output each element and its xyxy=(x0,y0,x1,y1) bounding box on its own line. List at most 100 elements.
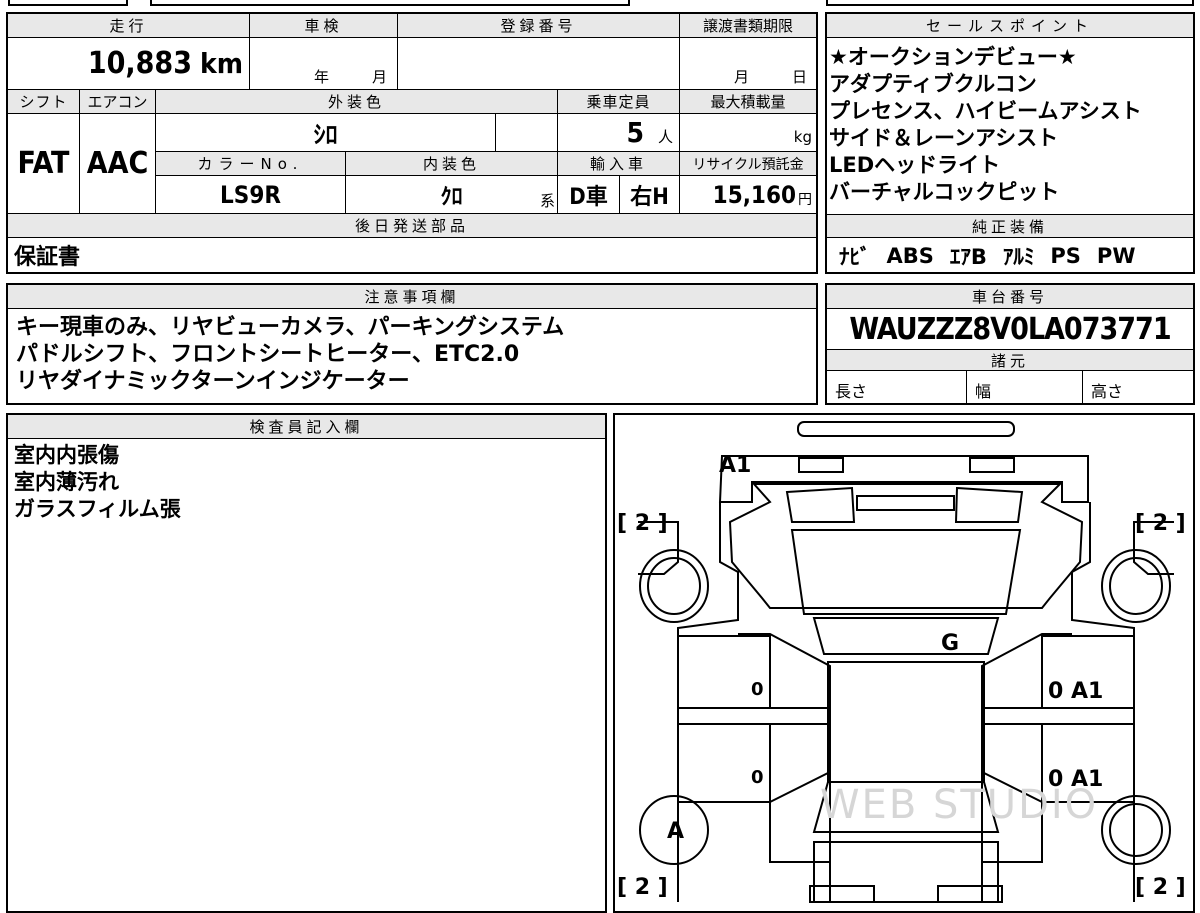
chassis-cell: WAUZZZ8V0LA073771 xyxy=(827,309,1193,349)
top-strip xyxy=(0,0,1200,10)
mark-front-right-tire: [ 2 ] xyxy=(1135,511,1186,536)
notes-list: キー現車のみ、リヤビューカメラ、パーキングシステム パドルシフト、フロントシート… xyxy=(16,314,806,395)
aircon-header: エアコン xyxy=(80,90,156,114)
capacity-unit: 人 xyxy=(657,128,673,146)
interior-color-value: ｸﾛ xyxy=(440,184,463,210)
chassis-header: 車台番号 xyxy=(827,285,1193,309)
registration-header: 登録番号 xyxy=(398,14,680,38)
inspection-year-unit: 年 xyxy=(314,68,330,86)
tire-rear-right-inner xyxy=(1109,803,1163,857)
tire-front-right xyxy=(1101,549,1171,623)
watermark: WEB STUDIO xyxy=(820,782,1099,828)
interior-color-suffix: 系 xyxy=(539,192,555,210)
sales-points-box: セールスポイント ★オークションデビュー★ アダプティブクルコン プレセンス、ハ… xyxy=(825,12,1195,274)
interior-color-cell: ｸﾛ 系 xyxy=(346,176,558,214)
tire-rear-right xyxy=(1101,795,1171,865)
tire-front-right-inner xyxy=(1109,557,1163,615)
exterior-color-value-cell: ｼﾛ xyxy=(156,114,496,152)
mileage-cell: 10,883 km xyxy=(8,38,250,90)
grille xyxy=(856,495,955,511)
capacity-header: 乗車定員 xyxy=(558,90,680,114)
equipment-item: ｴｱB xyxy=(949,244,987,269)
car-diagram xyxy=(638,421,1174,903)
notes-header: 注意事項欄 xyxy=(8,285,816,309)
inspection-cell: 年 月 xyxy=(250,38,398,90)
later-parts-cell: 保証書 xyxy=(8,238,816,272)
sales-point-line: LEDヘッドライト xyxy=(829,153,1001,177)
sales-point-line: アダプティブクルコン xyxy=(829,72,1037,96)
import-type-cell: D車 xyxy=(558,176,620,214)
max-load-cell: kg xyxy=(680,114,816,152)
shift-cell: FAT xyxy=(8,114,80,214)
equipment-row: ﾅﾋﾞ ABS ｴｱB ｱﾙﾐ PS PW xyxy=(827,239,1193,272)
notes-box: 注意事項欄 キー現車のみ、リヤビューカメラ、パーキングシステム パドルシフト、フ… xyxy=(6,283,818,405)
specs-header: 諸元 xyxy=(827,349,1193,371)
sales-points-list: ★オークションデビュー★ アダプティブクルコン プレセンス、ハイビームアシスト … xyxy=(829,44,1191,206)
recycle-cell: 15,160 円 xyxy=(680,176,816,214)
mileage-header: 走行 xyxy=(8,14,250,38)
recycle-value: 15,160 xyxy=(712,180,796,209)
registration-value xyxy=(398,38,680,90)
inspector-line: 室内内張傷 xyxy=(14,443,119,467)
exterior-color-value: ｼﾛ xyxy=(313,121,338,149)
chassis-number: WAUZZZ8V0LA073771 xyxy=(849,311,1171,347)
hood xyxy=(728,483,1084,609)
transfer-deadline-cell: 月 日 xyxy=(680,38,816,90)
note-line: リヤダイナミックターンインジケーター xyxy=(16,369,410,394)
sales-point-line: バーチャルコックピット xyxy=(829,180,1060,204)
import-handle: 右H xyxy=(630,184,669,210)
aircon-cell: AAC xyxy=(80,114,156,214)
max-load-header: 最大積載量 xyxy=(680,90,816,114)
aircon-value: AAC xyxy=(86,146,149,181)
equipment-item: ｱﾙﾐ xyxy=(1002,244,1035,269)
color-no-cell: LS9R xyxy=(156,176,346,214)
mark-right-front-door: 0 A1 xyxy=(1048,679,1104,704)
spec-length: 長さ xyxy=(827,371,967,403)
front-bumper-top-bar xyxy=(797,421,1015,437)
max-load-unit: kg xyxy=(793,127,812,146)
transfer-deadline-header: 譲渡書類期限 xyxy=(680,14,816,38)
later-parts-value: 保証書 xyxy=(14,245,81,270)
spec-width: 幅 xyxy=(967,371,1083,403)
trunk xyxy=(813,841,999,903)
import-handle-cell: 右H xyxy=(620,176,680,214)
note-line: キー現車のみ、リヤビューカメラ、パーキングシステム xyxy=(16,315,565,340)
import-header: 輸入車 xyxy=(558,152,680,176)
vehicle-info-table: 走行 車検 登録番号 譲渡書類期限 10,883 km 年 月 月 日 シフト … xyxy=(6,12,818,274)
later-parts-header: 後日発送部品 xyxy=(8,214,816,238)
mark-rear-left-tire: [ 2 ] xyxy=(617,875,668,900)
interior-color-header: 内装色 xyxy=(346,152,558,176)
inspector-line: 室内薄汚れ xyxy=(14,470,119,494)
inspector-line: ガラスフィルム張 xyxy=(14,497,181,521)
windshield xyxy=(790,529,1022,615)
sales-point-line: サイド＆レーンアシスト xyxy=(829,126,1059,150)
inspector-box: 検査員記入欄 室内内張傷 室内薄汚れ ガラスフィルム張 xyxy=(6,413,607,913)
recycle-header: リサイクル預託金 xyxy=(680,152,816,176)
capacity-value: 5 xyxy=(626,116,644,149)
transfer-day-unit: 日 xyxy=(792,68,808,86)
headlight-left xyxy=(785,486,856,523)
roof xyxy=(827,661,985,783)
chassis-box: 車台番号 WAUZZZ8V0LA073771 諸元 長さ 幅 高さ xyxy=(825,283,1195,405)
spec-height: 高さ xyxy=(1091,382,1124,401)
mark-front-bumper: A1 xyxy=(719,453,752,478)
exterior-color-extra xyxy=(496,114,558,152)
exterior-color-header: 外装色 xyxy=(156,90,558,114)
sales-point-line: プレセンス、ハイビームアシスト xyxy=(829,99,1142,123)
inspector-header: 検査員記入欄 xyxy=(8,415,605,439)
roof-front xyxy=(812,617,1000,655)
color-no-value: LS9R xyxy=(220,180,281,209)
equipment-item: ABS xyxy=(886,243,934,268)
fog-left xyxy=(798,457,844,473)
capacity-cell: 5 人 xyxy=(558,114,680,152)
headlight-right xyxy=(954,486,1024,523)
door-rear-left xyxy=(677,723,771,803)
mark-left-rear-door: 0 xyxy=(751,767,764,788)
tire-front-left xyxy=(639,549,709,623)
equipment-item: PS xyxy=(1050,243,1081,268)
shift-header: シフト xyxy=(8,90,80,114)
mark-front-left-tire: [ 2 ] xyxy=(617,511,668,536)
import-type: D車 xyxy=(569,184,608,210)
car-diagram-box: A1 G 0 0 0 A1 0 A1 A [ 2 ] [ 2 ] [ 2 ] [… xyxy=(613,413,1195,913)
note-line: パドルシフト、フロントシートヒーター、ETC2.0 xyxy=(16,342,520,367)
